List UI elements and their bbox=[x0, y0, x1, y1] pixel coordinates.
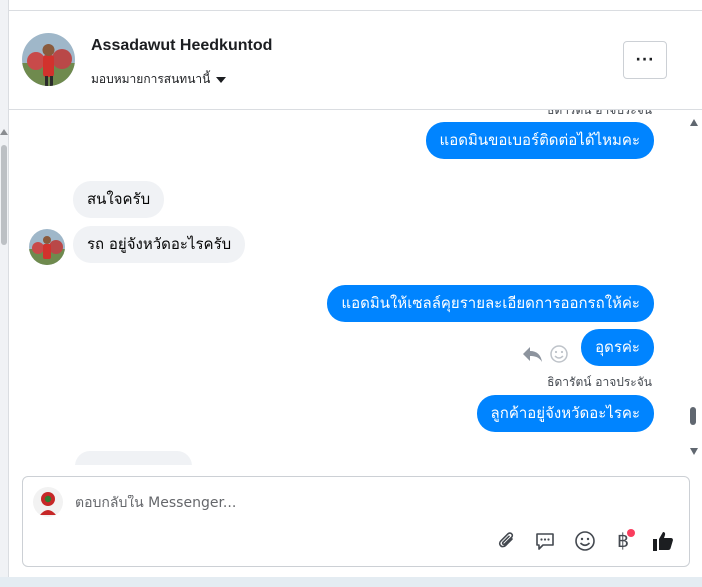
left-scrollbar[interactable] bbox=[0, 0, 9, 587]
sender-name-partial: ธิดารัตน์ อาจประจัน bbox=[547, 110, 652, 117]
contact-avatar-small bbox=[29, 229, 65, 265]
assign-conversation-dropdown[interactable]: มอบหมายการสนทนานี้ bbox=[91, 70, 227, 89]
conversation-header: Assadawut Heedkuntod มอบหมายการสนทนานี้ … bbox=[9, 11, 702, 110]
message-bubble-incoming[interactable]: สนใจครับ bbox=[73, 181, 165, 218]
reply-composer: ฿ bbox=[22, 476, 690, 567]
more-options-icon: ··· bbox=[635, 52, 655, 68]
reply-input[interactable] bbox=[75, 495, 635, 511]
baht-icon[interactable]: ฿ bbox=[611, 529, 635, 553]
scroll-up-arrow[interactable] bbox=[690, 119, 698, 126]
thumbs-up-icon[interactable] bbox=[651, 529, 675, 553]
message-bubble-incoming[interactable]: รถ อยู่จังหวัดอะไรครับ bbox=[73, 226, 246, 263]
caret-down-icon bbox=[216, 76, 227, 83]
message-bubble-outgoing[interactable]: แอดมินขอเบอร์ติดต่อได้ไหมคะ bbox=[425, 122, 654, 159]
message-bubble-outgoing[interactable]: อุดรค่ะ bbox=[581, 329, 654, 366]
smiley-icon[interactable] bbox=[573, 529, 597, 553]
page-avatar bbox=[33, 487, 63, 517]
more-options-button[interactable]: ··· bbox=[623, 41, 667, 79]
notification-dot bbox=[627, 529, 635, 537]
sender-name: ธิดารัตน์ อาจประจัน bbox=[547, 375, 652, 389]
left-scroll-up-arrow[interactable] bbox=[0, 129, 8, 135]
assign-label: มอบหมายการสนทนานี้ bbox=[91, 72, 211, 86]
message-bubble-outgoing[interactable]: ลูกค้าอยู่จังหวัดอะไรคะ bbox=[476, 395, 654, 432]
reply-arrow-icon[interactable] bbox=[521, 344, 543, 368]
scroll-down-arrow[interactable] bbox=[690, 448, 698, 455]
bottom-strip bbox=[0, 577, 702, 587]
contact-name[interactable]: Assadawut Heedkuntod bbox=[91, 37, 272, 55]
paperclip-icon[interactable] bbox=[495, 529, 519, 553]
scroll-thumb[interactable] bbox=[690, 407, 696, 425]
left-scroll-thumb[interactable] bbox=[1, 145, 7, 245]
message-bubble-outgoing[interactable]: แอดมินให้เซลล์คุยรายละเอียดการออกรถให้ค่… bbox=[327, 285, 654, 322]
message-bubble-incoming-partial[interactable] bbox=[75, 451, 192, 465]
message-thread[interactable]: ธิดารัตน์ อาจประจัน แอดมินขอเบอร์ติดต่อไ… bbox=[9, 110, 684, 465]
contact-avatar[interactable] bbox=[22, 33, 75, 86]
thread-scrollbar[interactable] bbox=[686, 110, 702, 465]
chat-bubble-icon[interactable] bbox=[533, 529, 557, 553]
smiley-react-icon[interactable] bbox=[549, 344, 569, 368]
